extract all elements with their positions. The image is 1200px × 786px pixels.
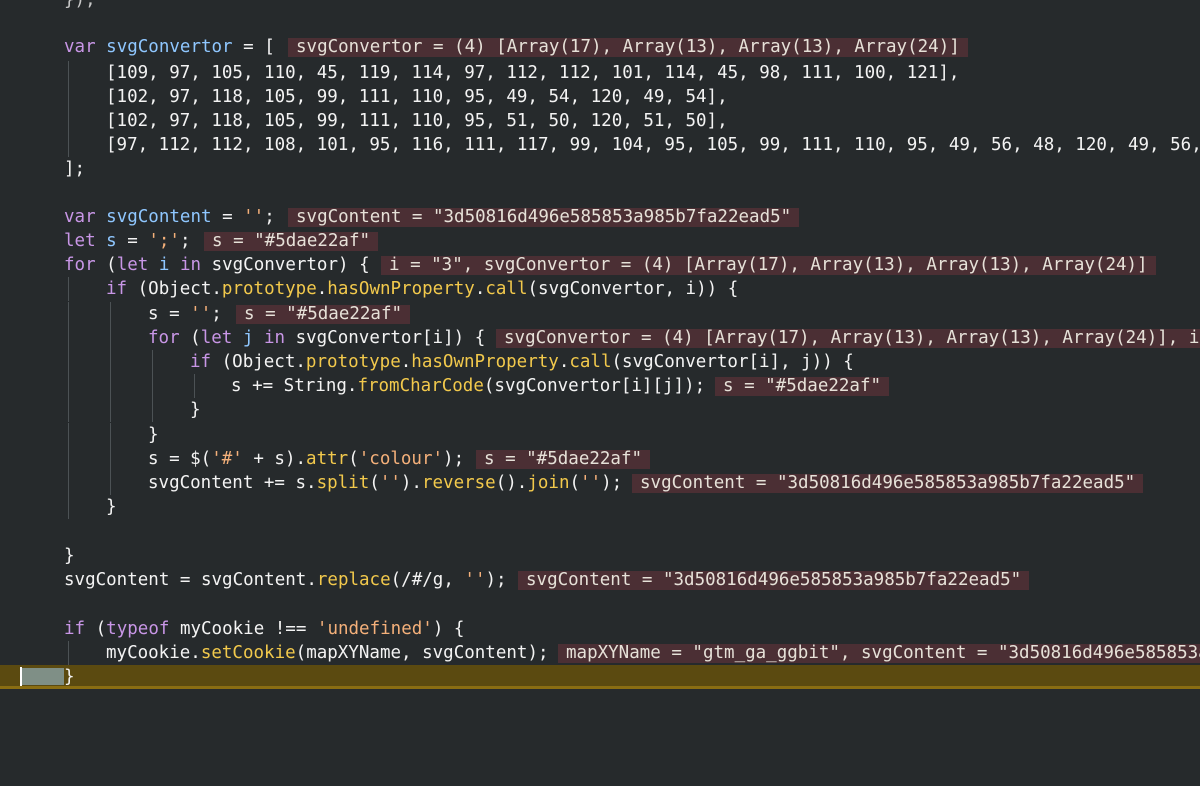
code-line[interactable]: [97, 112, 112, 108, 101, 95, 116, 111, 1…	[0, 133, 1200, 158]
code-line[interactable]: }	[0, 544, 1200, 568]
code-line[interactable]: var svgConvertor = [ svgConvertor = (4) …	[0, 35, 1200, 59]
indent-guide	[152, 398, 153, 423]
indent-guide	[110, 326, 111, 351]
inline-debug-value: mapXYName = "gtm_ga_ggbit", svgContent =…	[558, 644, 1200, 663]
indent-guide	[110, 447, 111, 472]
code-text: let s = ';';	[64, 231, 191, 251]
code-text: if (Object.prototype.hasOwnProperty.call…	[190, 352, 854, 372]
indent-guide	[68, 302, 69, 327]
code-line[interactable]: s = $('#' + s).attr('colour'); s = "#5da…	[0, 447, 1200, 472]
code-text: }	[190, 400, 201, 420]
code-line[interactable]: let s = ';'; s = "#5dae22af"	[0, 229, 1200, 253]
indent-guide	[110, 471, 111, 496]
indent-guide	[68, 398, 69, 423]
indent-guide	[194, 374, 195, 399]
indent-guide	[68, 447, 69, 472]
inline-debug-value: s = "#5dae22af"	[236, 305, 411, 324]
code-text: [97, 112, 112, 108, 101, 95, 116, 111, 1…	[106, 135, 1200, 155]
code-text: }	[64, 667, 75, 687]
indent-guide	[68, 277, 69, 302]
code-text: if (Object.prototype.hasOwnProperty.call…	[106, 279, 739, 299]
indent-guide	[68, 326, 69, 351]
code-text: for (let j in svgConvertor[i]) {	[148, 328, 486, 348]
selection-highlight	[20, 668, 64, 685]
indent-guide	[152, 374, 153, 399]
code-text: svgContent = svgContent.replace(/#/g, ''…	[64, 570, 507, 590]
code-line[interactable]: for (let i in svgConvertor) { i = "3", s…	[0, 253, 1200, 277]
code-text: if (typeof myCookie !== 'undefined') {	[64, 619, 465, 639]
code-text: var svgConvertor = [	[64, 37, 275, 57]
code-text: s = '';	[148, 304, 222, 324]
code-text: myCookie.setCookie(mapXYName, svgContent…	[106, 643, 549, 663]
code-line[interactable]: svgContent += s.split('').reverse().join…	[0, 471, 1200, 496]
code-line[interactable]: myCookie.setCookie(mapXYName, svgContent…	[0, 641, 1200, 666]
code-text: }	[64, 546, 75, 566]
code-text: [109, 97, 105, 110, 45, 119, 114, 97, 11…	[106, 63, 960, 83]
indent-guide	[68, 374, 69, 399]
inline-debug-value: svgConvertor = (4) [Array(17), Array(13)…	[496, 329, 1200, 348]
indent-guide	[68, 61, 69, 86]
indent-guide	[68, 133, 69, 158]
code-text: svgContent += s.split('').reverse().join…	[148, 473, 623, 493]
code-line[interactable]: if (typeof myCookie !== 'undefined') {	[0, 617, 1200, 641]
code-text: [102, 97, 118, 105, 99, 111, 110, 95, 51…	[106, 111, 728, 131]
code-line[interactable]: }	[0, 495, 1200, 520]
indent-guide	[68, 423, 69, 448]
indent-guide	[110, 302, 111, 327]
text-cursor	[20, 667, 22, 688]
indent-guide	[110, 350, 111, 375]
inline-debug-value: s = "#5dae22af"	[476, 450, 651, 469]
indent-guide	[68, 471, 69, 496]
code-text: }	[148, 425, 159, 445]
indent-guide	[68, 85, 69, 110]
code-line[interactable]: for (let j in svgConvertor[i]) { svgConv…	[0, 326, 1200, 351]
indent-guide	[68, 495, 69, 520]
code-text: [102, 97, 118, 105, 99, 111, 110, 95, 49…	[106, 87, 728, 107]
inline-debug-value: svgContent = "3d50816d496e585853a985b7fa…	[288, 208, 800, 227]
code-text: s = $('#' + s).attr('colour');	[148, 449, 465, 469]
inline-debug-value: svgContent = "3d50816d496e585853a985b7fa…	[632, 474, 1144, 493]
inline-debug-value: svgConvertor = (4) [Array(17), Array(13)…	[288, 38, 968, 57]
code-text: s += String.fromCharCode(svgConvertor[i]…	[231, 376, 706, 396]
code-text: }	[106, 497, 117, 517]
indent-guide	[110, 374, 111, 399]
indent-guide	[68, 641, 69, 666]
code-line[interactable]: ];	[0, 157, 1200, 181]
indent-guide	[110, 398, 111, 423]
code-line[interactable]: }	[0, 398, 1200, 423]
indent-guide	[152, 350, 153, 375]
code-line[interactable]: var svgContent = ''; svgContent = "3d508…	[0, 205, 1200, 229]
indent-guide	[68, 350, 69, 375]
code-editor[interactable]: }); var svgConvertor = [ svgConvertor = …	[0, 0, 1200, 698]
inline-debug-value: s = "#5dae22af"	[204, 232, 379, 251]
code-line[interactable]: [102, 97, 118, 105, 99, 111, 110, 95, 51…	[0, 109, 1200, 134]
inline-debug-value: s = "#5dae22af"	[715, 377, 890, 396]
indent-guide	[110, 423, 111, 448]
truncated-top-line: });	[64, 0, 96, 10]
code-line[interactable]: if (Object.prototype.hasOwnProperty.call…	[0, 350, 1200, 375]
code-text: for (let i in svgConvertor) {	[64, 255, 370, 275]
current-execution-line[interactable]: }	[0, 665, 1200, 690]
code-line[interactable]: [109, 97, 105, 110, 45, 119, 114, 97, 11…	[0, 61, 1200, 86]
inline-debug-value: i = "3", svgConvertor = (4) [Array(17), …	[381, 256, 1156, 275]
code-line[interactable]: s = ''; s = "#5dae22af"	[0, 302, 1200, 327]
code-line[interactable]: }	[0, 423, 1200, 448]
code-line[interactable]: if (Object.prototype.hasOwnProperty.call…	[0, 277, 1200, 302]
inline-debug-value: svgContent = "3d50816d496e585853a985b7fa…	[518, 571, 1030, 590]
indent-guide	[68, 109, 69, 134]
code-line[interactable]: [102, 97, 118, 105, 99, 111, 110, 95, 49…	[0, 85, 1200, 110]
code-line[interactable]: s += String.fromCharCode(svgConvertor[i]…	[0, 374, 1200, 399]
code-line[interactable]: svgContent = svgContent.replace(/#/g, ''…	[0, 568, 1200, 592]
code-text: var svgContent = '';	[64, 207, 275, 227]
code-text: ];	[64, 159, 86, 179]
